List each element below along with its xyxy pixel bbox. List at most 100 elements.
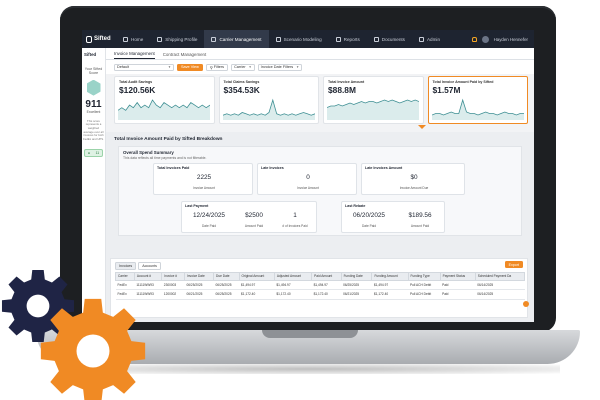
column-header[interactable]: Carrier [115, 272, 135, 281]
nav-item-documents[interactable]: Documents [367, 30, 412, 48]
nav-user-area: Hayden Hennefer [471, 35, 534, 43]
view-select[interactable]: Default ▼ [114, 63, 174, 71]
brand-logo[interactable]: Sifted [82, 30, 116, 48]
table-header-row: Carrier Account # Invoice # Invoice Date Due… [115, 272, 526, 281]
user-name[interactable]: Hayden Hennefer [494, 37, 528, 42]
kpi-card-invoice-amount[interactable]: Total Invoice Amount $88.8M [323, 76, 424, 124]
stat-last-rebate: Last Rebate 06/20/2025 Date Paid $189.56… [341, 201, 445, 233]
tab-accounts[interactable]: Accounts [138, 262, 161, 270]
kpi-card-paid-by-sifted[interactable]: Total Invoice Amount Paid by Sifted $1.5… [427, 76, 528, 124]
sub-tabs: Invoice Management Contract Management [106, 48, 534, 60]
table-tabs: Invoices Accounts [115, 262, 161, 270]
column-header[interactable]: Invoice Date [183, 272, 215, 281]
stat-caption: Invoice Amount [297, 186, 319, 190]
nav-item-scenario-modeling[interactable]: Scenario Modeling [269, 30, 329, 48]
last-rebate-amount: $189.56 [408, 212, 432, 219]
nav-label: Reports [343, 36, 360, 42]
nav-label: Scenario Modeling [283, 36, 322, 42]
table-cell: $1,494.97 [239, 280, 275, 291]
column-header[interactable]: Funding Date [340, 272, 373, 281]
nav-label: Admin [426, 36, 441, 42]
table-cell: 06/14/2025 [475, 289, 525, 300]
table-cell: 06/25/2025 [213, 289, 240, 300]
score-grade: Excellent [86, 109, 101, 114]
nav-label: Shipping Profile [165, 36, 198, 42]
nav-label: Documents [381, 36, 405, 42]
chevron-down-icon: ▼ [248, 65, 252, 69]
scroll-to-top-button[interactable] [523, 301, 529, 307]
invoices-table: Carrier Account # Invoice # Invoice Date Due… [115, 272, 526, 300]
table-cell: $1,494.97 [274, 280, 312, 291]
box-icon [211, 36, 217, 42]
table-cell: Pull ACH Debit [408, 280, 441, 291]
table-cell: FedEx [115, 280, 135, 291]
table-row[interactable]: FedEx 11111WW93 1200002 06/21/2025 06/25/202… [115, 289, 525, 300]
column-header[interactable]: Account # [133, 272, 163, 281]
last-rebate-date: 06/20/2025 [353, 212, 385, 219]
kpi-card-claims-savings[interactable]: Total Claims Savings $354.53K [218, 76, 319, 124]
column-header[interactable]: Original Amount [238, 272, 275, 281]
kpi-row: Total Audit Savings $120.56K Total Claim… [114, 76, 528, 124]
selected-card-pointer [418, 125, 426, 129]
kpi-card-audit-savings[interactable]: Total Audit Savings $120.56K [114, 76, 215, 124]
nav-item-home[interactable]: Home [116, 30, 150, 48]
nav-item-reports[interactable]: Reports [329, 30, 367, 48]
last-rebate-date-caption: Date Paid [362, 224, 376, 228]
last-rebate-amount-caption: Amount Paid [410, 224, 430, 228]
table-cell: Paid [440, 280, 476, 291]
nav-item-admin[interactable]: Admin [412, 30, 447, 48]
score-sidebar: Sifted Your Sifted Score 911 Excellent T… [82, 48, 106, 322]
filters-button[interactable]: ⚲ Filters [205, 63, 229, 71]
last-payment-date: 12/24/2025 [193, 212, 225, 219]
kpi-value: $120.56K [119, 85, 156, 95]
stat-value: $0 [410, 174, 418, 181]
laptop-notch [262, 330, 358, 338]
truck-icon [157, 36, 163, 42]
sparkline-chart [222, 98, 315, 120]
bell-icon[interactable] [471, 36, 477, 42]
tab-contract-management[interactable]: Contract Management [163, 52, 206, 59]
main-content: Invoice Management Contract Management D… [106, 48, 534, 322]
nav-item-carrier-management[interactable]: Carrier Management [204, 30, 269, 48]
column-header[interactable]: Payment Status [439, 272, 476, 281]
carrier-select[interactable]: Carrier ▼ [231, 63, 255, 71]
table-cell: $1,494.97 [371, 280, 408, 291]
column-header[interactable]: Due Date [213, 272, 240, 281]
laptop-mockup: Sifted Home Shipping Profile Carrier Man… [0, 0, 600, 400]
score-note: This score represents a weighted average… [83, 118, 104, 141]
breakdown-title: Total Invoice Amount Paid by Sifted Brea… [114, 137, 223, 142]
chart-icon [335, 36, 341, 42]
table-row[interactable]: FedEx 11111WW93 2300003 06/25/2025 06/25/202… [115, 280, 525, 291]
alerts-chip[interactable]: ● 11 [84, 149, 103, 158]
stat-title: Last Rebate [345, 204, 366, 208]
stat-title: Late Invoices Amount [365, 166, 403, 170]
stat-total-invoices-paid: Total Invoices Paid 2225 Invoice Amount [153, 163, 253, 195]
column-header[interactable]: Funding Amount [371, 272, 409, 281]
table-body: FedEx 11111WW93 2300003 06/25/2025 06/25/202… [115, 280, 525, 300]
column-header[interactable]: Adjusted Amount [273, 272, 313, 281]
column-header[interactable]: Scheduled Payment Da [474, 272, 526, 281]
pin-icon: ● [87, 151, 90, 156]
export-button[interactable]: Export [504, 261, 523, 268]
last-payment-count-caption: # of Invoices Paid [282, 224, 308, 228]
nav-item-shipping-profile[interactable]: Shipping Profile [150, 30, 204, 48]
home-icon [123, 36, 128, 42]
save-view-button[interactable]: Save View [177, 63, 203, 71]
sparkline-chart [327, 99, 419, 120]
column-header[interactable]: Funding Type [407, 272, 441, 281]
tab-invoice-management[interactable]: Invoice Management [114, 51, 155, 59]
column-header[interactable]: Paid Amount [311, 272, 342, 281]
tab-invoices[interactable]: Invoices [115, 262, 137, 270]
sifted-logo-icon [86, 35, 92, 43]
view-select-value: Default [117, 65, 130, 69]
stat-late-invoices-amount: Late Invoices Amount $0 Invoice Amount D… [361, 163, 465, 195]
avatar[interactable] [481, 35, 489, 43]
date-filter-label: Invoice Date Filters [260, 65, 294, 69]
invoice-date-filter[interactable]: Invoice Date Filters ▼ [257, 63, 303, 71]
table-cell: 11111WW93 [134, 280, 162, 291]
kpi-label: Total Audit Savings [119, 80, 153, 84]
column-header[interactable]: Invoice # [161, 272, 185, 281]
last-payment-amount: $2500 [245, 212, 263, 219]
sparkline-line [222, 98, 315, 116]
stat-title: Total Invoices Paid [157, 166, 190, 170]
